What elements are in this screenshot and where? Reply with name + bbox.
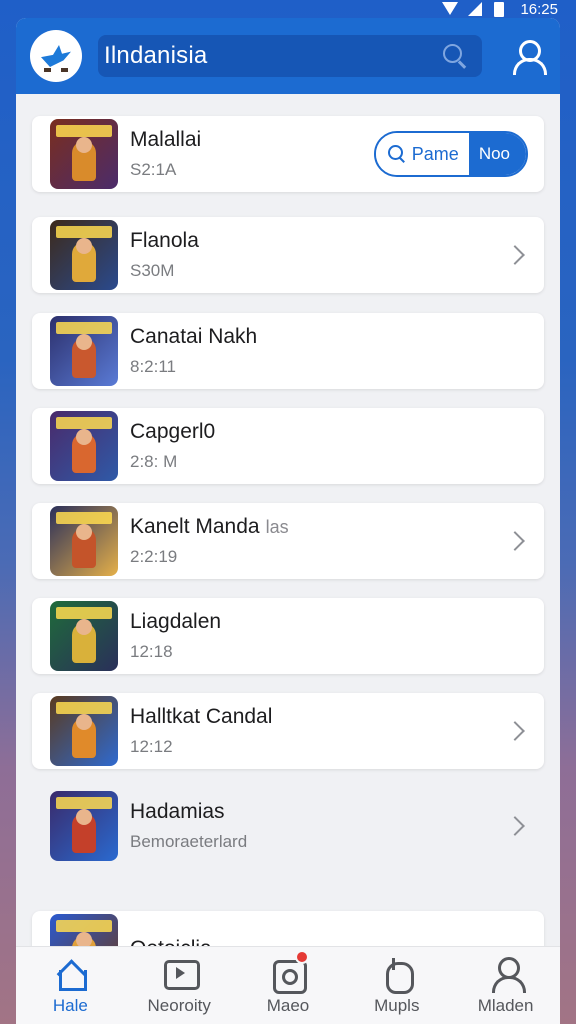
user-icon xyxy=(489,956,526,993)
message-icon xyxy=(271,949,309,994)
tab-label: Mladen xyxy=(477,995,534,1015)
bird-logo-icon[interactable] xyxy=(30,30,82,82)
game-name-text: Flanola xyxy=(130,229,199,252)
game-name-text: Liagdalen xyxy=(130,610,222,633)
app-frame: Ilndanisia Malallai S2:1A Pame Noo Flanol… xyxy=(16,18,560,1024)
game-list-item[interactable]: Flanola S30M xyxy=(32,217,544,293)
tab-media[interactable]: Neoroity xyxy=(129,956,229,1016)
play-button[interactable]: Pame xyxy=(375,133,469,175)
game-thumbnail xyxy=(50,411,118,481)
wifi-icon xyxy=(442,2,459,16)
game-name-suffix: las xyxy=(265,517,289,537)
app-header: Ilndanisia xyxy=(16,18,560,94)
tab-label: Neoroity xyxy=(147,995,211,1015)
game-list-item[interactable]: Malallai S2:1A Pame Noo xyxy=(32,116,544,192)
game-name: Hadamias xyxy=(130,800,508,824)
game-list-item[interactable]: Kanelt Manda las 2:2:19 xyxy=(32,503,544,579)
profile-icon[interactable] xyxy=(510,38,547,75)
game-name-text: Canatai Nakh xyxy=(130,325,258,348)
game-name: Halltkat Candal xyxy=(130,705,508,729)
tab-message[interactable]: Maeo xyxy=(238,949,338,1016)
tab-home[interactable]: Hale xyxy=(20,956,120,1016)
game-name: Canatai Nakh xyxy=(130,325,528,349)
bottom-tab-bar: Hale Neoroity Maeo Mupls Mladen xyxy=(16,946,560,1024)
game-meta: Liagdalen 12:18 xyxy=(130,610,528,662)
game-subtitle: S2:1A xyxy=(130,160,177,179)
game-thumbnail xyxy=(50,791,118,861)
game-subtitle: 2:2:19 xyxy=(130,547,178,566)
game-list-item[interactable]: Canatai Nakh 8:2:11 xyxy=(32,313,544,389)
game-meta: Flanola S30M xyxy=(130,229,508,281)
game-list-item[interactable]: Capgerl0 2:8: M xyxy=(32,408,544,484)
tab-user[interactable]: Mladen xyxy=(456,956,556,1016)
game-name: Liagdalen xyxy=(130,610,528,634)
game-list-item[interactable]: Hadamias Bemoraeterlard xyxy=(32,788,544,864)
tab-label: Hale xyxy=(52,995,88,1015)
chevron-right-icon[interactable] xyxy=(505,245,525,265)
status-time: 16:25 xyxy=(520,0,558,18)
game-thumbnail xyxy=(50,696,118,766)
tab-label: Maeo xyxy=(266,995,310,1015)
game-meta: Halltkat Candal 12:12 xyxy=(130,705,508,757)
media-icon xyxy=(162,956,201,990)
game-subtitle: 8:2:11 xyxy=(130,357,177,376)
game-name: Malallai xyxy=(130,128,374,152)
game-name-text: Kanelt Manda xyxy=(130,515,260,538)
tab-hand[interactable]: Mupls xyxy=(347,956,447,1016)
game-name-text: Malallai xyxy=(130,128,202,151)
game-thumbnail xyxy=(50,119,118,189)
game-subtitle: 2:8: M xyxy=(130,452,178,471)
game-meta: Kanelt Manda las 2:2:19 xyxy=(130,515,508,567)
game-list-item[interactable]: Liagdalen 12:18 xyxy=(32,598,544,674)
signal-icon xyxy=(468,2,484,16)
game-thumbnail xyxy=(50,601,118,671)
game-name-text: Halltkat Candal xyxy=(130,705,273,728)
game-name-text: Capgerl0 xyxy=(130,420,216,443)
now-button-label: Noo xyxy=(478,144,510,163)
game-thumbnail xyxy=(50,316,118,386)
search-icon xyxy=(387,145,406,163)
chevron-right-icon[interactable] xyxy=(505,816,525,836)
game-list-item[interactable]: Halltkat Candal 12:12 xyxy=(32,693,544,769)
game-meta: Hadamias Bemoraeterlard xyxy=(130,800,508,852)
chevron-right-icon[interactable] xyxy=(505,721,525,741)
game-name: Kanelt Manda las xyxy=(130,515,508,539)
game-subtitle: Bemoraeterlard xyxy=(130,832,248,851)
search-icon[interactable] xyxy=(442,43,468,69)
play-button-label: Pame xyxy=(411,143,459,164)
search-input[interactable]: Ilndanisia xyxy=(98,35,482,77)
chevron-right-icon[interactable] xyxy=(505,531,525,551)
search-input-text: Ilndanisia xyxy=(104,42,208,69)
game-name-text: Hadamias xyxy=(130,800,225,823)
game-subtitle: 12:18 xyxy=(130,642,173,661)
tab-label: Mupls xyxy=(374,995,420,1015)
home-icon xyxy=(53,956,88,991)
game-thumbnail xyxy=(50,506,118,576)
game-meta: Canatai Nakh 8:2:11 xyxy=(130,325,528,377)
game-name: Flanola xyxy=(130,229,508,253)
battery-icon xyxy=(494,2,510,17)
status-bar: 16:25 xyxy=(0,0,576,18)
notification-dot xyxy=(294,949,309,964)
now-button[interactable]: Noo xyxy=(468,133,526,175)
game-subtitle: S30M xyxy=(130,261,175,280)
game-name: Capgerl0 xyxy=(130,420,528,444)
game-subtitle: 12:12 xyxy=(130,737,173,756)
game-thumbnail xyxy=(50,220,118,290)
play-toggle[interactable]: Pame Noo xyxy=(373,131,528,177)
game-meta: Capgerl0 2:8: M xyxy=(130,420,528,472)
game-meta: Malallai S2:1A xyxy=(130,128,374,180)
hand-icon xyxy=(380,956,414,994)
